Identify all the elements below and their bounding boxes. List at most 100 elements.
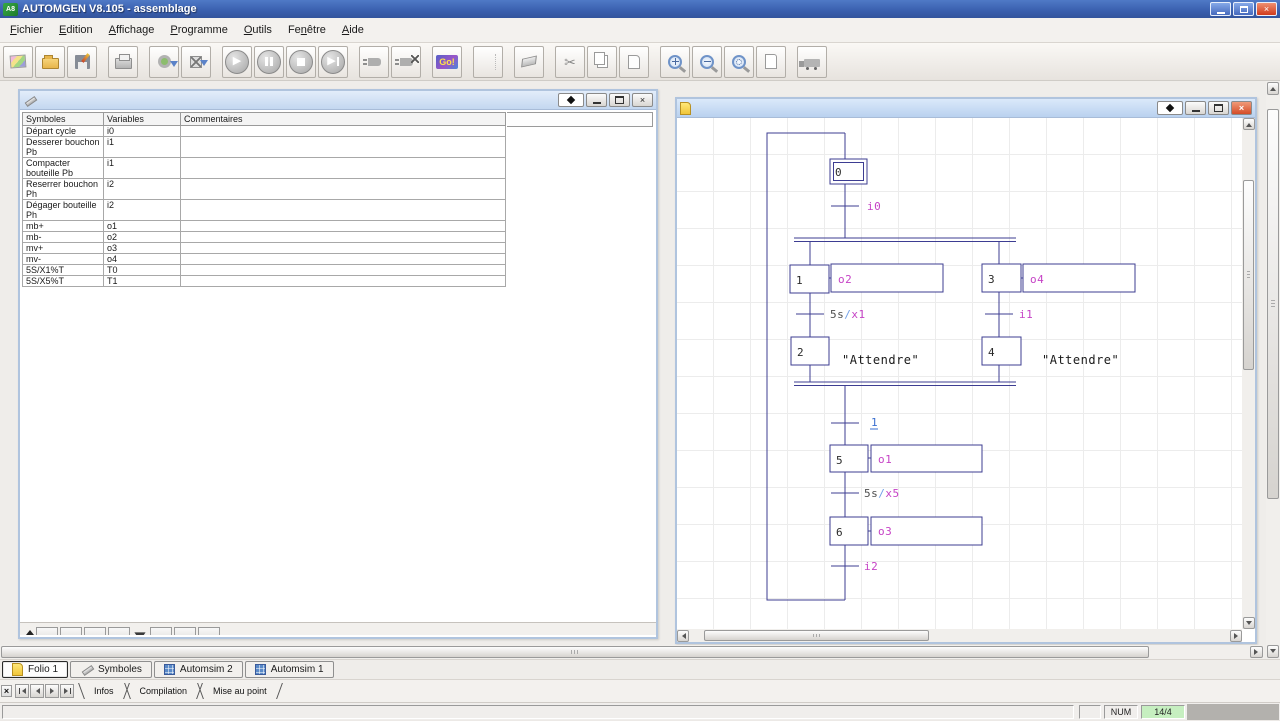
folio-close-button[interactable]: ×: [1231, 101, 1252, 115]
play-button[interactable]: ▶: [222, 45, 252, 78]
collapse-icon[interactable]: [26, 626, 34, 635]
scroll-thumb[interactable]: [1, 646, 1149, 658]
menu-affichage[interactable]: Affichage: [101, 18, 163, 43]
variable-cell[interactable]: T1: [103, 275, 181, 287]
scroll-right-button[interactable]: [1250, 646, 1263, 658]
tab-mise-au-point[interactable]: Mise au point: [200, 683, 280, 699]
variable-cell[interactable]: o2: [103, 231, 181, 243]
nav-first-button[interactable]: [15, 684, 29, 698]
mini-button[interactable]: [198, 627, 220, 635]
connect-button[interactable]: [359, 45, 389, 78]
variable-cell[interactable]: o3: [103, 242, 181, 254]
tab-compilation[interactable]: Compilation: [127, 683, 201, 699]
column-header-symboles[interactable]: Symboles: [22, 112, 104, 126]
scroll-up-button[interactable]: [1267, 82, 1279, 95]
open-button[interactable]: [35, 45, 65, 78]
menu-fenetre[interactable]: Fenêtre: [280, 18, 334, 43]
pause-button[interactable]: [254, 45, 284, 78]
paste-button[interactable]: [619, 45, 649, 78]
go-button[interactable]: Go!: [432, 45, 462, 78]
compile-download-button[interactable]: [149, 45, 179, 78]
scroll-down-button[interactable]: [1242, 617, 1255, 629]
new-folio-button[interactable]: [756, 45, 786, 78]
tab-automsim-2[interactable]: Automsim 2: [153, 661, 243, 678]
menu-aide[interactable]: Aide: [334, 18, 372, 43]
symbol-cell[interactable]: mv+: [22, 242, 104, 254]
disconnect-button[interactable]: [391, 45, 421, 78]
mini-dropdown-icon[interactable]: [134, 632, 146, 635]
mini-button[interactable]: [174, 627, 196, 635]
tab-folio-1[interactable]: Folio 1: [2, 661, 69, 678]
symbols-maximize-button[interactable]: [609, 93, 630, 107]
column-header-variables[interactable]: Variables: [103, 112, 181, 126]
tab-symboles[interactable]: Symboles: [70, 661, 152, 678]
grafcet-canvas[interactable]: 0 1 3 2 4 5 6 i0 5s/x1 i1 1 5s/x5 i2 o2 …: [677, 118, 1242, 629]
variable-cell[interactable]: i1: [103, 136, 181, 158]
zoom-out-button[interactable]: [692, 45, 722, 78]
menu-programme[interactable]: Programme: [162, 18, 235, 43]
symbols-minimize-button[interactable]: [586, 93, 607, 107]
mini-button[interactable]: [150, 627, 172, 635]
close-button[interactable]: ×: [1256, 2, 1277, 16]
symbol-cell[interactable]: Départ cycle: [22, 125, 104, 137]
nav-next-button[interactable]: [45, 684, 59, 698]
zoom-fit-button[interactable]: [724, 45, 754, 78]
nav-previous-button[interactable]: [30, 684, 44, 698]
symbols-close-button[interactable]: ×: [632, 93, 653, 107]
folio-maximize-button[interactable]: [1208, 101, 1229, 115]
nav-last-button[interactable]: [60, 684, 74, 698]
comment-cell[interactable]: [180, 125, 506, 137]
new-document-button[interactable]: [3, 45, 33, 78]
folio-pin-button[interactable]: [1157, 101, 1183, 115]
comment-cell[interactable]: [180, 136, 506, 158]
symbol-cell[interactable]: Dégager bouteille Ph: [22, 199, 104, 221]
mini-button[interactable]: [36, 627, 58, 635]
comment-cell[interactable]: [180, 157, 506, 179]
symbol-cell[interactable]: Desserer bouchon Pb: [22, 136, 104, 158]
minimize-button[interactable]: [1210, 2, 1231, 16]
comment-cell[interactable]: [180, 220, 506, 232]
comment-cell[interactable]: [180, 199, 506, 221]
menu-edition[interactable]: Edition: [51, 18, 101, 43]
folio-horizontal-scrollbar[interactable]: [677, 629, 1242, 642]
symbol-cell[interactable]: 5S/X1%T: [22, 264, 104, 276]
workspace-horizontal-scrollbar[interactable]: [0, 645, 1264, 659]
zoom-in-button[interactable]: [660, 45, 690, 78]
scroll-left-button[interactable]: [677, 629, 689, 642]
variable-cell[interactable]: i2: [103, 199, 181, 221]
copy-button[interactable]: [587, 45, 617, 78]
scroll-down-button[interactable]: [1267, 645, 1279, 658]
stop-button[interactable]: [286, 45, 316, 78]
symbols-pin-button[interactable]: [558, 93, 584, 107]
restore-button[interactable]: [1233, 2, 1254, 16]
scroll-thumb[interactable]: [1267, 109, 1279, 499]
transfer-button[interactable]: [797, 45, 827, 78]
column-header-commentaires[interactable]: Commentaires: [180, 112, 506, 126]
tab-automsim-1[interactable]: Automsim 1: [244, 661, 334, 678]
variable-cell[interactable]: o4: [103, 253, 181, 265]
folio-window-titlebar[interactable]: ×: [677, 99, 1255, 118]
symbols-window-titlebar[interactable]: ×: [20, 91, 656, 110]
save-button[interactable]: [67, 45, 97, 78]
scroll-thumb[interactable]: [1243, 180, 1254, 370]
comment-cell[interactable]: [180, 242, 506, 254]
comment-cell[interactable]: [180, 178, 506, 200]
compile-stop-download-button[interactable]: [181, 45, 211, 78]
workspace-vertical-scrollbar[interactable]: [1266, 81, 1280, 659]
print-button[interactable]: [108, 45, 138, 78]
comment-cell[interactable]: [180, 253, 506, 265]
scroll-thumb[interactable]: [704, 630, 929, 641]
folio-vertical-scrollbar[interactable]: [1242, 118, 1255, 629]
scroll-up-button[interactable]: [1242, 118, 1255, 130]
variable-cell[interactable]: T0: [103, 264, 181, 276]
mini-button[interactable]: [60, 627, 82, 635]
select-mode-button[interactable]: [473, 45, 503, 78]
cut-button[interactable]: ✂: [555, 45, 585, 78]
mini-button[interactable]: [84, 627, 106, 635]
symbol-cell[interactable]: mb-: [22, 231, 104, 243]
symbol-cell[interactable]: mv-: [22, 253, 104, 265]
variable-cell[interactable]: i1: [103, 157, 181, 179]
menu-fichier[interactable]: Fichier: [2, 18, 51, 43]
comment-cell[interactable]: [180, 264, 506, 276]
step-button[interactable]: ▶: [318, 45, 348, 78]
